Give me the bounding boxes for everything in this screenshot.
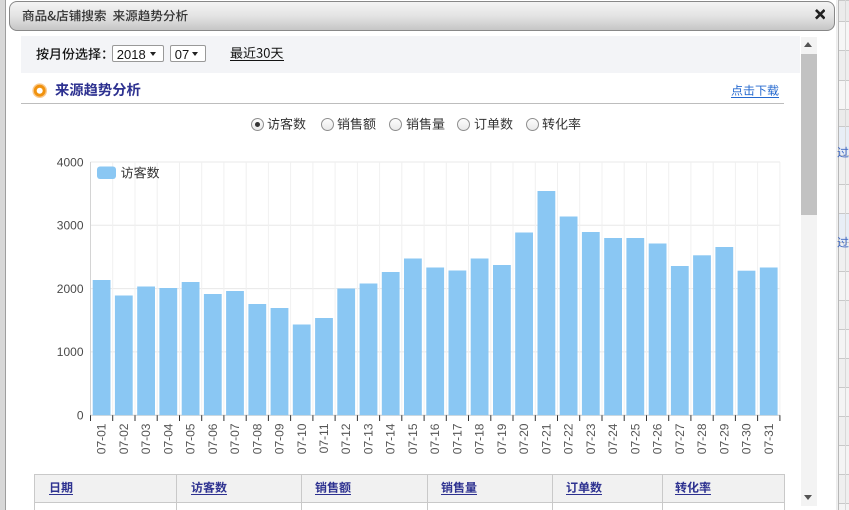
svg-text:07-11: 07-11 [317,423,331,453]
svg-text:07-07: 07-07 [228,423,242,454]
svg-text:07-31: 07-31 [762,423,776,454]
svg-text:07-28: 07-28 [695,423,709,454]
svg-text:3000: 3000 [57,219,84,233]
svg-text:07-30: 07-30 [740,423,754,454]
svg-text:2000: 2000 [57,282,84,296]
svg-text:07-25: 07-25 [628,423,642,454]
svg-text:07-04: 07-04 [161,423,175,454]
svg-text:1000: 1000 [57,345,84,359]
svg-text:07-21: 07-21 [539,423,553,454]
svg-text:07-05: 07-05 [184,423,198,454]
svg-text:07-13: 07-13 [362,423,376,454]
svg-text:07-08: 07-08 [250,423,264,454]
svg-text:07-20: 07-20 [517,423,531,454]
svg-text:07-15: 07-15 [406,423,420,454]
svg-text:07-16: 07-16 [428,423,442,454]
svg-text:07-18: 07-18 [473,423,487,454]
svg-text:07-27: 07-27 [673,423,687,454]
svg-text:4000: 4000 [57,155,84,169]
svg-text:07-03: 07-03 [139,423,153,454]
svg-text:07-02: 07-02 [117,423,131,454]
svg-text:07-01: 07-01 [95,423,109,454]
svg-text:07-29: 07-29 [717,423,731,454]
svg-text:07-09: 07-09 [273,423,287,454]
svg-text:07-24: 07-24 [606,423,620,454]
svg-text:0: 0 [77,409,84,423]
svg-text:07-17: 07-17 [450,423,464,454]
svg-text:07-26: 07-26 [651,423,665,454]
svg-text:07-14: 07-14 [384,423,398,454]
svg-text:07-22: 07-22 [562,423,576,454]
svg-text:07-23: 07-23 [584,423,598,454]
svg-text:07-06: 07-06 [206,423,220,454]
svg-text:07-19: 07-19 [495,423,509,454]
svg-text:07-12: 07-12 [339,423,353,454]
svg-text:07-10: 07-10 [295,423,309,454]
